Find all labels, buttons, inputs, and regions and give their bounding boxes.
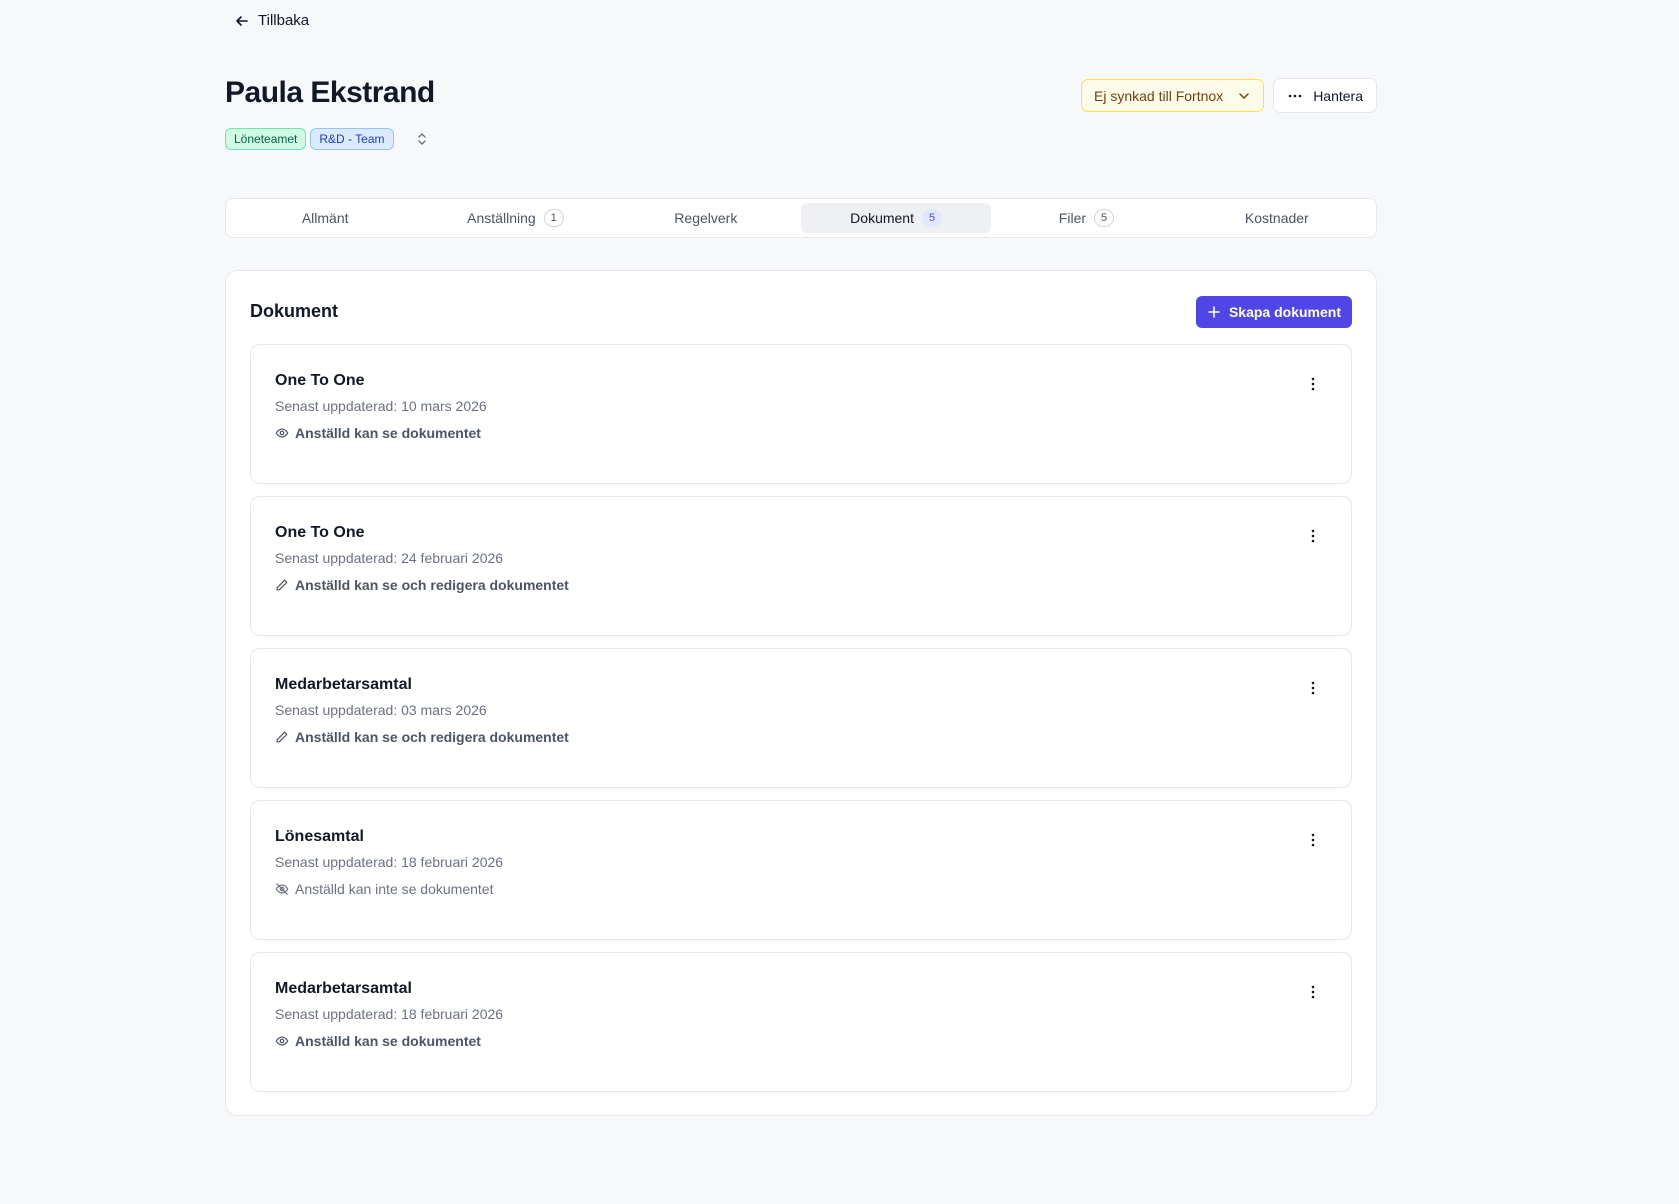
document-permission: Anställd kan se och redigera dokumentet [275, 577, 569, 593]
expand-tags-button[interactable] [414, 131, 430, 147]
more-vertical-icon [1311, 681, 1315, 695]
documents-panel-title: Dokument [250, 301, 339, 321]
create-document-button[interactable]: Skapa dokument [1195, 296, 1352, 328]
team-tags: Löneteamet R&D - Team [225, 128, 430, 150]
document-permission-label: Anställd kan se dokumentet [295, 1033, 481, 1049]
tab-count-badge: 1 [543, 209, 564, 227]
tab-label: Filer [1058, 210, 1087, 226]
pencil-icon [276, 731, 288, 743]
tab-count-badge: 5 [921, 209, 943, 227]
document-card[interactable]: One To One Senast uppdaterad: 10 mars 20… [250, 344, 1352, 484]
eye-icon [275, 1036, 289, 1046]
document-updated: Senast uppdaterad: 10 mars 2026 [275, 398, 487, 414]
create-document-label: Skapa dokument [1228, 304, 1341, 320]
tab-label: Allmänt [301, 210, 349, 226]
back-link[interactable]: Tillbaka [234, 12, 309, 29]
document-card[interactable]: Lönesamtal Senast uppdaterad: 18 februar… [250, 800, 1352, 940]
more-vertical-icon [1311, 377, 1315, 391]
tab-label: Anställning [467, 210, 536, 226]
document-permission: Anställd kan inte se dokumentet [275, 881, 493, 897]
tag-loneteamet[interactable]: Löneteamet [225, 128, 307, 150]
tab-dokument[interactable]: Dokument 5 [800, 203, 992, 233]
tab-anstallning[interactable]: Anställning 1 [420, 203, 610, 233]
chevron-down-icon [1239, 92, 1249, 99]
fortnox-sync-button[interactable]: Ej synkad till Fortnox [1081, 79, 1265, 112]
document-card[interactable]: Medarbetarsamtal Senast uppdaterad: 03 m… [250, 648, 1352, 788]
document-menu-button[interactable] [1305, 983, 1321, 1001]
manage-label: Hantera [1313, 87, 1363, 104]
tab-kostnader[interactable]: Kostnader [1182, 203, 1372, 233]
manage-button[interactable]: Hantera [1273, 78, 1377, 113]
pencil-icon [276, 579, 288, 591]
tag-rd-team[interactable]: R&D - Team [310, 128, 394, 150]
eye-off-icon [275, 883, 289, 895]
document-name: Lönesamtal [275, 828, 364, 845]
more-vertical-icon [1311, 985, 1315, 999]
document-list: One To One Senast uppdaterad: 10 mars 20… [250, 344, 1352, 1104]
eye-icon [275, 428, 289, 438]
more-vertical-icon [1311, 833, 1315, 847]
tab-label: Dokument [850, 210, 914, 226]
document-permission-label: Anställd kan inte se dokumentet [295, 881, 494, 897]
document-menu-button[interactable] [1305, 831, 1321, 849]
tab-regelverk[interactable]: Regelverk [611, 203, 801, 233]
tab-count-badge: 5 [1094, 209, 1115, 227]
document-permission: Anställd kan se och redigera dokumentet [275, 729, 569, 745]
document-name: Medarbetarsamtal [275, 980, 412, 997]
document-permission-label: Anställd kan se dokumentet [295, 425, 481, 441]
tab-bar: Allmänt Anställning 1 Regelverk Dokument… [225, 198, 1377, 238]
document-card[interactable]: Medarbetarsamtal Senast uppdaterad: 18 f… [250, 952, 1352, 1092]
more-horizontal-icon [1288, 94, 1302, 97]
document-permission-label: Anställd kan se och redigera dokumentet [295, 577, 569, 593]
document-updated: Senast uppdaterad: 24 februari 2026 [275, 550, 504, 566]
back-label: Tillbaka [258, 12, 310, 29]
document-name: One To One [275, 372, 365, 389]
document-updated: Senast uppdaterad: 18 februari 2026 [275, 1006, 504, 1022]
chevrons-up-down-icon [417, 133, 426, 145]
page-title: Paula Ekstrand [225, 76, 435, 109]
header-actions: Ej synkad till Fortnox Hantera [1081, 78, 1377, 113]
document-permission: Anställd kan se dokumentet [275, 1033, 481, 1049]
tab-label: Kostnader [1244, 210, 1309, 226]
tab-filer[interactable]: Filer 5 [991, 203, 1181, 233]
document-menu-button[interactable] [1305, 375, 1321, 393]
document-permission-label: Anställd kan se och redigera dokumentet [295, 729, 569, 745]
tab-allmant[interactable]: Allmänt [230, 203, 420, 233]
document-updated: Senast uppdaterad: 03 mars 2026 [275, 702, 487, 718]
documents-panel: Dokument Skapa dokument One To One Senas… [225, 270, 1377, 1116]
document-name: Medarbetarsamtal [275, 676, 412, 693]
document-updated: Senast uppdaterad: 18 februari 2026 [275, 854, 504, 870]
plus-icon [1208, 306, 1220, 318]
document-menu-button[interactable] [1305, 679, 1321, 697]
document-card[interactable]: One To One Senast uppdaterad: 24 februar… [250, 496, 1352, 636]
document-menu-button[interactable] [1305, 527, 1321, 545]
fortnox-sync-label: Ej synkad till Fortnox [1094, 87, 1224, 104]
tab-label: Regelverk [674, 210, 738, 226]
document-name: One To One [275, 524, 365, 541]
more-vertical-icon [1311, 529, 1315, 543]
arrow-left-icon [236, 15, 248, 26]
document-permission: Anställd kan se dokumentet [275, 425, 481, 441]
